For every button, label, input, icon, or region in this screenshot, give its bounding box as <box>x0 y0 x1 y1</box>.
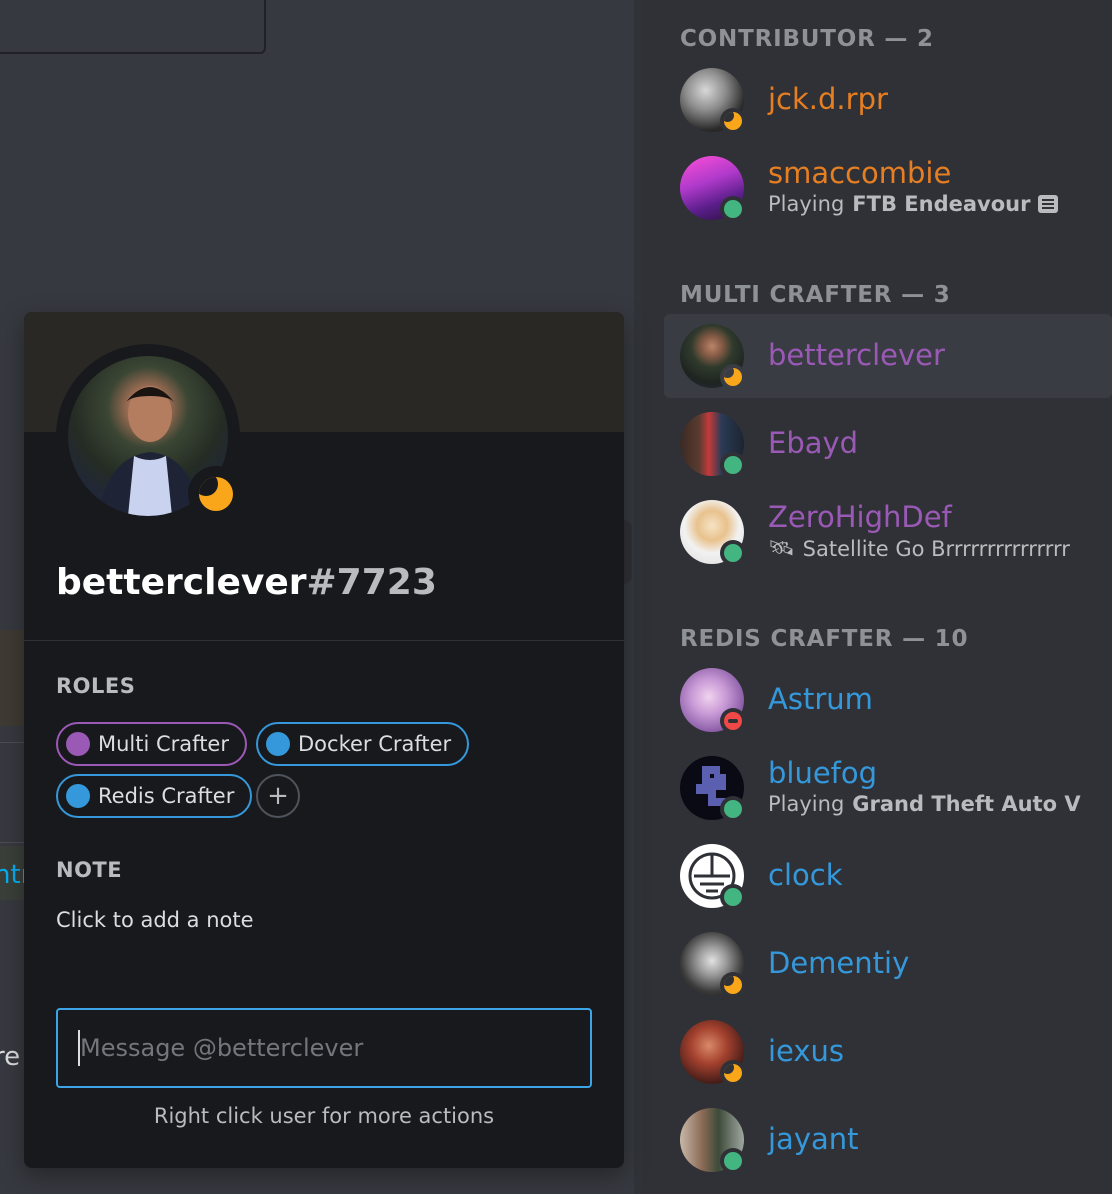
member-name: Ebayd <box>768 426 859 460</box>
online-status-icon <box>720 540 746 566</box>
member-activity: Playing FTB Endeavour <box>768 192 1059 216</box>
member-name: jayant <box>768 1122 859 1156</box>
member-item-iexus[interactable]: iexus <box>664 1016 1112 1088</box>
member-name: jck.d.rpr <box>768 82 888 116</box>
role-name: Docker Crafter <box>298 732 452 756</box>
avatar <box>680 412 746 478</box>
idle-status-icon <box>720 972 746 998</box>
member-item-jayant[interactable]: jayant <box>664 1104 1112 1176</box>
member-section-header: MULTI CRAFTER — 3 <box>680 282 951 308</box>
idle-status-icon <box>720 1060 746 1086</box>
chat-embed-box <box>0 0 266 54</box>
username-text: betterclever <box>56 562 307 603</box>
member-item-jck-d-rpr[interactable]: jck.d.rpr <box>664 64 1112 136</box>
member-item-astrum[interactable]: Astrum <box>664 664 1112 736</box>
idle-status-icon <box>720 364 746 390</box>
activity-name: FTB Endeavour <box>852 192 1031 216</box>
member-name: ZeroHighDef <box>768 500 952 534</box>
role-color-dot[interactable] <box>266 732 290 756</box>
activity-prefix: Playing <box>768 192 845 216</box>
satellite-icon: 🛰 <box>768 536 795 560</box>
online-status-icon <box>720 196 746 222</box>
profile-avatar[interactable] <box>56 344 244 528</box>
avatar <box>680 68 746 134</box>
idle-status-icon <box>188 466 244 522</box>
member-item-zerohighdef[interactable]: ZeroHighDef 🛰 Satellite Go Brrrrrrrrrrrrr… <box>664 496 1112 568</box>
online-status-icon <box>720 452 746 478</box>
member-name: iexus <box>768 1034 845 1068</box>
dnd-status-icon <box>720 708 746 734</box>
avatar <box>680 500 746 566</box>
role-color-dot[interactable] <box>66 732 90 756</box>
member-item-clock[interactable]: clock <box>664 840 1112 912</box>
member-item-smaccombie[interactable]: smaccombie Playing FTB Endeavour <box>664 152 1112 224</box>
add-role-button[interactable]: + <box>256 774 300 818</box>
member-item-betterclever[interactable]: betterclever <box>664 314 1112 398</box>
role-pill-multi-crafter[interactable]: Multi Crafter <box>56 722 247 766</box>
roles-label: ROLES <box>56 674 136 698</box>
text-caret <box>78 1030 80 1066</box>
role-pill-docker-crafter[interactable]: Docker Crafter <box>256 722 470 766</box>
online-status-icon <box>720 796 746 822</box>
online-status-icon <box>720 884 746 910</box>
member-name: clock <box>768 858 843 892</box>
discriminator: #7723 <box>306 562 437 603</box>
member-item-bluefog[interactable]: bluefog Playing Grand Theft Auto V <box>664 752 1112 824</box>
avatar <box>680 156 746 222</box>
role-pill-redis-crafter[interactable]: Redis Crafter <box>56 774 253 818</box>
online-status-icon <box>720 1148 746 1174</box>
idle-status-icon <box>720 108 746 134</box>
chat-text-fragment: re <box>0 1042 21 1072</box>
role-name: Multi Crafter <box>98 732 229 756</box>
member-activity: Playing Grand Theft Auto V <box>768 792 1081 816</box>
member-item-dementiy[interactable]: Dementiy <box>664 928 1112 1000</box>
more-actions-hint: Right click user for more actions <box>153 1104 495 1128</box>
member-name: Astrum <box>768 682 873 716</box>
avatar <box>680 324 746 390</box>
avatar <box>680 932 746 998</box>
avatar <box>680 668 746 734</box>
avatar <box>680 756 746 822</box>
profile-username: betterclever#7723 <box>56 562 437 603</box>
member-section-header: REDIS CRAFTER — 10 <box>680 626 969 652</box>
member-list: CONTRIBUTOR — 2 jck.d.rpr smaccombie Pla… <box>634 0 1112 1194</box>
custom-status-text: Satellite Go Brrrrrrrrrrrrrrr <box>802 536 1070 561</box>
message-input[interactable] <box>56 1008 592 1088</box>
role-name: Redis Crafter <box>98 784 235 808</box>
activity-name: Grand Theft Auto V <box>852 792 1081 816</box>
member-name: Dementiy <box>768 946 910 980</box>
profile-divider <box>24 640 624 641</box>
rich-presence-icon[interactable] <box>1038 195 1059 213</box>
avatar <box>680 844 746 910</box>
member-item-ebayd[interactable]: Ebayd <box>664 408 1112 480</box>
activity-prefix: Playing <box>768 792 845 816</box>
note-label: NOTE <box>56 858 123 882</box>
member-name: smaccombie <box>768 156 952 190</box>
member-name: bluefog <box>768 756 878 790</box>
member-section-header: CONTRIBUTOR — 2 <box>680 26 934 52</box>
avatar <box>680 1020 746 1086</box>
note-field[interactable]: Click to add a note <box>56 908 254 932</box>
role-color-dot[interactable] <box>66 784 90 808</box>
user-profile-popout: betterclever#7723 ROLES Multi Crafter Do… <box>24 312 624 1168</box>
avatar <box>680 1108 746 1174</box>
member-custom-status: 🛰 Satellite Go Brrrrrrrrrrrrrrr <box>768 536 1070 561</box>
member-name: betterclever <box>768 338 945 372</box>
